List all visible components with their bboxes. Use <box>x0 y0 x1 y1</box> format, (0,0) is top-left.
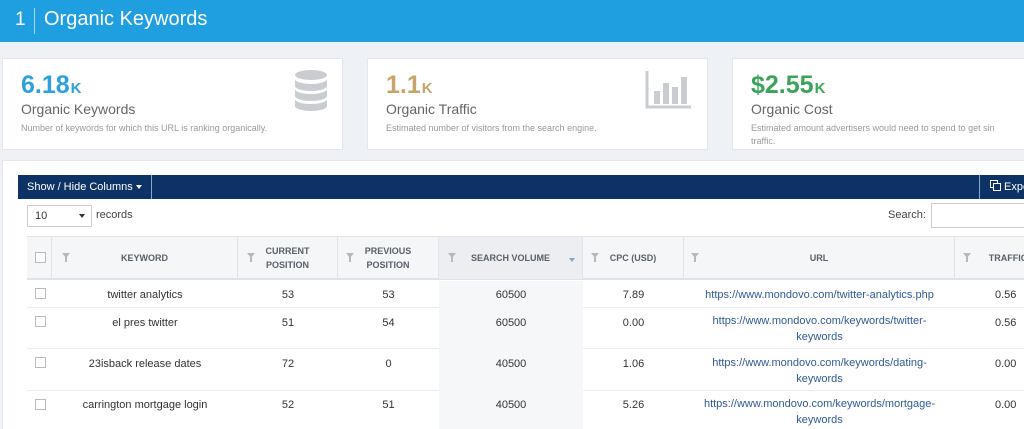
copy-icon <box>990 180 1001 191</box>
column-header-url[interactable]: URL <box>684 237 955 279</box>
search-volume-cell: 60500 <box>439 308 583 349</box>
organic-cost-label: Organic Cost <box>751 101 833 117</box>
url-link[interactable]: https://www.mondovo.com/keywords/mortgag… <box>684 391 955 429</box>
search-volume-cell: 40500 <box>439 349 583 391</box>
column-header-cpc[interactable]: CPC (USD) <box>583 237 684 279</box>
dropdown-arrow-icon <box>79 214 85 218</box>
keyword-cell: el pres twitter <box>112 317 178 329</box>
organic-traffic-card: 1.1K Organic Traffic Estimated number of… <box>367 58 708 150</box>
cpc-cell: 5.26 <box>622 399 645 411</box>
bar-chart-icon <box>645 71 691 109</box>
row-checkbox[interactable] <box>35 399 46 410</box>
previous-position-cell: 51 <box>382 399 395 411</box>
table-row[interactable]: 23isback release dates 72 0 40500 1.06 h… <box>27 349 1024 391</box>
table-row[interactable]: twitter analytics 53 53 60500 7.89 https… <box>27 281 1024 308</box>
caret-down-icon <box>135 185 142 190</box>
search-input[interactable] <box>931 203 1024 228</box>
row-checkbox[interactable] <box>35 288 46 299</box>
search-volume-cell: 60500 <box>439 281 583 308</box>
row-checkbox[interactable] <box>35 357 46 368</box>
database-icon <box>295 70 327 111</box>
organic-cost-desc: Estimated amount advertisers would need … <box>751 123 995 146</box>
previous-position-cell: 53 <box>382 288 395 301</box>
traffic-cell: 0.56 <box>995 288 1017 301</box>
filter-icon[interactable] <box>346 253 354 262</box>
section-number: 1 <box>15 9 26 30</box>
table-row[interactable]: el pres twitter 51 54 60500 0.00 https:/… <box>27 308 1024 349</box>
current-position-cell: 52 <box>281 399 295 411</box>
column-header-keyword[interactable]: KEYWORD <box>52 237 238 279</box>
search-volume-cell: 40500 <box>439 391 583 429</box>
organic-cost-card: $2.55K Organic Cost Estimated amount adv… <box>732 58 1024 150</box>
traffic-cell: 0.56 <box>995 317 1017 329</box>
filter-icon[interactable] <box>448 253 456 262</box>
cpc-cell: 1.06 <box>622 358 645 370</box>
current-position-cell: 53 <box>281 288 295 301</box>
filter-icon[interactable] <box>691 253 699 262</box>
header-divider <box>34 8 35 34</box>
url-link[interactable]: https://www.mondovo.com/keywords/twitter… <box>684 308 955 349</box>
previous-position-cell: 0 <box>385 358 392 370</box>
filter-icon[interactable] <box>247 253 255 262</box>
search-label: Search: <box>888 209 926 221</box>
export-button[interactable]: Expo <box>979 175 1024 199</box>
column-header-current-position[interactable]: CURRENT POSITION <box>238 237 338 279</box>
cpc-cell: 0.00 <box>622 317 645 329</box>
filter-icon[interactable] <box>591 253 599 262</box>
page-header: 1 Organic Keywords <box>0 0 1024 42</box>
traffic-cell: 0.00 <box>995 399 1017 411</box>
table-row[interactable]: carrington mortgage login 52 51 40500 5.… <box>27 391 1024 429</box>
filter-icon[interactable] <box>963 253 971 262</box>
column-header-previous-position[interactable]: PREVIOUS POSITION <box>338 237 439 279</box>
filter-icon[interactable] <box>62 253 70 262</box>
organic-traffic-value: 1.1K <box>386 71 433 99</box>
show-hide-columns-button[interactable]: Show / Hide Columns <box>18 175 152 199</box>
table-toolbar: Show / Hide Columns Expo <box>18 175 1024 199</box>
select-all-checkbox[interactable] <box>35 252 46 263</box>
page-length-select[interactable]: 10 <box>27 205 92 227</box>
keyword-cell: carrington mortgage login <box>82 399 208 411</box>
organic-keywords-desc: Number of keywords for which this URL is… <box>21 123 268 133</box>
row-checkbox[interactable] <box>35 316 46 327</box>
url-link[interactable]: https://www.mondovo.com/twitter-analytic… <box>684 281 955 308</box>
organic-keywords-card: 6.18K Organic Keywords Number of keyword… <box>2 58 343 150</box>
url-link[interactable]: https://www.mondovo.com/keywords/dating-… <box>684 349 955 391</box>
keyword-cell: twitter analytics <box>107 288 183 301</box>
keyword-cell: 23isback release dates <box>88 358 202 370</box>
current-position-cell: 51 <box>281 317 295 329</box>
organic-traffic-desc: Estimated number of visitors from the se… <box>386 123 597 133</box>
organic-keywords-value: 6.18K <box>21 71 82 99</box>
page-title: Organic Keywords <box>44 8 208 30</box>
organic-cost-value: $2.55K <box>751 71 826 99</box>
records-label: records <box>96 209 133 221</box>
sort-desc-icon[interactable] <box>569 258 575 262</box>
current-position-cell: 72 <box>281 358 295 370</box>
previous-position-cell: 54 <box>382 317 395 329</box>
traffic-cell: 0.00 <box>995 358 1017 370</box>
cpc-cell: 7.89 <box>622 288 645 301</box>
column-header-search-volume[interactable]: SEARCH VOLUME <box>439 237 583 279</box>
table-header: KEYWORD CURRENT POSITION PREVIOUS POSITION… <box>27 236 1024 280</box>
organic-keywords-label: Organic Keywords <box>21 101 136 117</box>
organic-traffic-label: Organic Traffic <box>386 101 477 117</box>
